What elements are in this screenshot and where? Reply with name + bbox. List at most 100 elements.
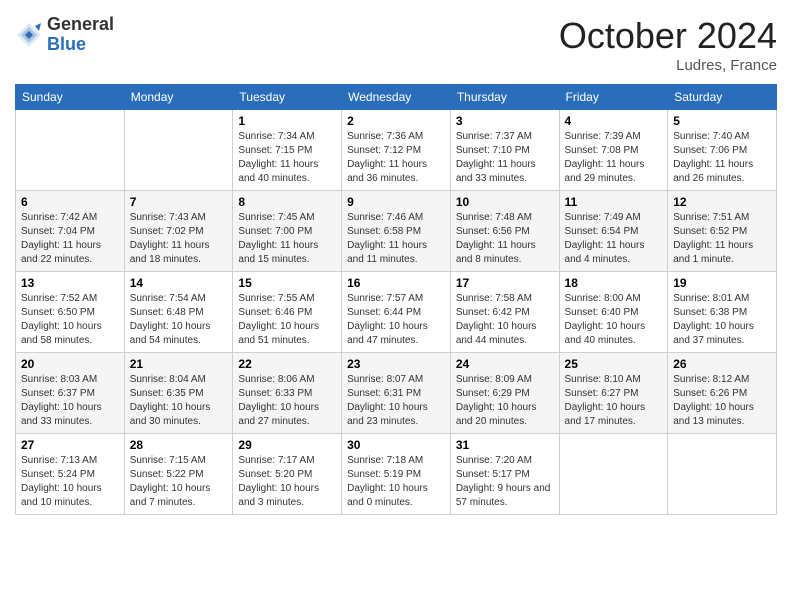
day-number: 14 xyxy=(130,276,228,290)
title-block: October 2024 Ludres, France xyxy=(559,15,777,74)
calendar-cell: 2 Sunrise: 7:36 AM Sunset: 7:12 PM Daylig… xyxy=(342,110,451,191)
day-info: Sunrise: 7:49 AM Sunset: 6:54 PM Dayligh… xyxy=(565,211,663,267)
calendar-table: Sunday Monday Tuesday Wednesday Thursday… xyxy=(15,84,777,515)
day-number: 9 xyxy=(347,195,445,209)
col-sunday: Sunday xyxy=(16,85,125,110)
calendar-cell: 16Sunrise: 7:57 AM Sunset: 6:44 PM Dayli… xyxy=(342,272,451,353)
day-number: 6 xyxy=(21,195,119,209)
calendar-week-row: 20 Sunrise: 8:03 AM Sunset: 6:37 PM Dayli… xyxy=(16,353,777,434)
day-number: 16 xyxy=(347,276,445,290)
col-saturday: Saturday xyxy=(668,85,777,110)
page-container: General Blue October 2024 Ludres, France… xyxy=(0,0,792,525)
day-number: 21 xyxy=(130,357,228,371)
calendar-cell: 26 Sunrise: 8:12 AM Sunset: 6:26 PM Dayli… xyxy=(668,353,777,434)
day-info: Sunrise: 7:45 AM Sunset: 7:00 PM Dayligh… xyxy=(238,211,336,267)
day-info: Sunrise: 8:09 AM Sunset: 6:29 PM Dayligh… xyxy=(456,373,554,429)
col-thursday: Thursday xyxy=(450,85,559,110)
day-number: 7 xyxy=(130,195,228,209)
month-title: October 2024 xyxy=(559,15,777,57)
day-number: 1 xyxy=(238,114,336,128)
day-info: Sunrise: 7:36 AM Sunset: 7:12 PM Dayligh… xyxy=(347,130,445,186)
calendar-cell: 3 Sunrise: 7:37 AM Sunset: 7:10 PM Daylig… xyxy=(450,110,559,191)
day-info: Sunrise: 7:39 AM Sunset: 7:08 PM Dayligh… xyxy=(565,130,663,186)
day-info: Sunrise: 7:37 AM Sunset: 7:10 PM Dayligh… xyxy=(456,130,554,186)
calendar-cell: 5 Sunrise: 7:40 AM Sunset: 7:06 PM Daylig… xyxy=(668,110,777,191)
calendar-cell: 10 Sunrise: 7:48 AM Sunset: 6:56 PM Dayli… xyxy=(450,191,559,272)
calendar-cell: 1 Sunrise: 7:34 AM Sunset: 7:15 PM Daylig… xyxy=(233,110,342,191)
day-number: 28 xyxy=(130,438,228,452)
logo-icon xyxy=(15,21,43,49)
location: Ludres, France xyxy=(559,57,777,74)
calendar-cell: 12 Sunrise: 7:51 AM Sunset: 6:52 PM Dayli… xyxy=(668,191,777,272)
calendar-cell: 8 Sunrise: 7:45 AM Sunset: 7:00 PM Daylig… xyxy=(233,191,342,272)
calendar-cell: 27 Sunrise: 7:13 AM Sunset: 5:24 PM Dayli… xyxy=(16,434,125,515)
day-info: Sunrise: 7:18 AM Sunset: 5:19 PM Dayligh… xyxy=(347,454,445,510)
logo-text: General Blue xyxy=(47,15,114,55)
day-number: 8 xyxy=(238,195,336,209)
day-info: Sunrise: 7:43 AM Sunset: 7:02 PM Dayligh… xyxy=(130,211,228,267)
day-info: Sunrise: 7:13 AM Sunset: 5:24 PM Dayligh… xyxy=(21,454,119,510)
calendar-cell: 17Sunrise: 7:58 AM Sunset: 6:42 PM Dayli… xyxy=(450,272,559,353)
day-number: 26 xyxy=(673,357,771,371)
day-info: Sunrise: 8:12 AM Sunset: 6:26 PM Dayligh… xyxy=(673,373,771,429)
day-info: Sunrise: 8:03 AM Sunset: 6:37 PM Dayligh… xyxy=(21,373,119,429)
day-info: Sunrise: 7:51 AM Sunset: 6:52 PM Dayligh… xyxy=(673,211,771,267)
calendar-cell: 20 Sunrise: 8:03 AM Sunset: 6:37 PM Dayli… xyxy=(16,353,125,434)
calendar-cell: 23Sunrise: 8:07 AM Sunset: 6:31 PM Dayli… xyxy=(342,353,451,434)
day-number: 15 xyxy=(238,276,336,290)
day-info: Sunrise: 7:42 AM Sunset: 7:04 PM Dayligh… xyxy=(21,211,119,267)
day-info: Sunrise: 7:17 AM Sunset: 5:20 PM Dayligh… xyxy=(238,454,336,510)
day-number: 19 xyxy=(673,276,771,290)
day-number: 24 xyxy=(456,357,554,371)
logo-general-text: General xyxy=(47,15,114,35)
day-number: 22 xyxy=(238,357,336,371)
calendar-cell xyxy=(668,434,777,515)
calendar-cell xyxy=(16,110,125,191)
day-number: 13 xyxy=(21,276,119,290)
logo: General Blue xyxy=(15,15,114,55)
calendar-cell: 30 Sunrise: 7:18 AM Sunset: 5:19 PM Dayli… xyxy=(342,434,451,515)
day-number: 30 xyxy=(347,438,445,452)
day-info: Sunrise: 7:58 AM Sunset: 6:42 PM Dayligh… xyxy=(456,292,554,348)
day-number: 25 xyxy=(565,357,663,371)
day-number: 11 xyxy=(565,195,663,209)
day-number: 4 xyxy=(565,114,663,128)
logo-blue-text: Blue xyxy=(47,35,114,55)
day-info: Sunrise: 8:06 AM Sunset: 6:33 PM Dayligh… xyxy=(238,373,336,429)
day-number: 3 xyxy=(456,114,554,128)
calendar-cell: 7 Sunrise: 7:43 AM Sunset: 7:02 PM Daylig… xyxy=(124,191,233,272)
day-number: 5 xyxy=(673,114,771,128)
calendar-cell: 13Sunrise: 7:52 AM Sunset: 6:50 PM Dayli… xyxy=(16,272,125,353)
calendar-cell: 6 Sunrise: 7:42 AM Sunset: 7:04 PM Daylig… xyxy=(16,191,125,272)
day-number: 10 xyxy=(456,195,554,209)
calendar-cell: 22 Sunrise: 8:06 AM Sunset: 6:33 PM Dayli… xyxy=(233,353,342,434)
day-info: Sunrise: 8:04 AM Sunset: 6:35 PM Dayligh… xyxy=(130,373,228,429)
calendar-cell: 31Sunrise: 7:20 AM Sunset: 5:17 PM Dayli… xyxy=(450,434,559,515)
calendar-cell: 11 Sunrise: 7:49 AM Sunset: 6:54 PM Dayli… xyxy=(559,191,668,272)
header: General Blue October 2024 Ludres, France xyxy=(15,15,777,74)
day-info: Sunrise: 8:01 AM Sunset: 6:38 PM Dayligh… xyxy=(673,292,771,348)
calendar-cell: 4 Sunrise: 7:39 AM Sunset: 7:08 PM Daylig… xyxy=(559,110,668,191)
calendar-cell: 14Sunrise: 7:54 AM Sunset: 6:48 PM Dayli… xyxy=(124,272,233,353)
calendar-cell: 18 Sunrise: 8:00 AM Sunset: 6:40 PM Dayli… xyxy=(559,272,668,353)
day-info: Sunrise: 7:48 AM Sunset: 6:56 PM Dayligh… xyxy=(456,211,554,267)
day-number: 2 xyxy=(347,114,445,128)
day-info: Sunrise: 7:55 AM Sunset: 6:46 PM Dayligh… xyxy=(238,292,336,348)
calendar-cell: 21 Sunrise: 8:04 AM Sunset: 6:35 PM Dayli… xyxy=(124,353,233,434)
day-number: 12 xyxy=(673,195,771,209)
calendar-cell xyxy=(124,110,233,191)
day-info: Sunrise: 8:00 AM Sunset: 6:40 PM Dayligh… xyxy=(565,292,663,348)
day-number: 18 xyxy=(565,276,663,290)
day-info: Sunrise: 7:20 AM Sunset: 5:17 PM Dayligh… xyxy=(456,454,554,510)
day-info: Sunrise: 8:07 AM Sunset: 6:31 PM Dayligh… xyxy=(347,373,445,429)
calendar-cell xyxy=(559,434,668,515)
day-info: Sunrise: 7:34 AM Sunset: 7:15 PM Dayligh… xyxy=(238,130,336,186)
day-number: 20 xyxy=(21,357,119,371)
calendar-header-row: Sunday Monday Tuesday Wednesday Thursday… xyxy=(16,85,777,110)
calendar-cell: 25Sunrise: 8:10 AM Sunset: 6:27 PM Dayli… xyxy=(559,353,668,434)
day-number: 27 xyxy=(21,438,119,452)
col-monday: Monday xyxy=(124,85,233,110)
day-info: Sunrise: 7:40 AM Sunset: 7:06 PM Dayligh… xyxy=(673,130,771,186)
calendar-week-row: 6 Sunrise: 7:42 AM Sunset: 7:04 PM Daylig… xyxy=(16,191,777,272)
col-wednesday: Wednesday xyxy=(342,85,451,110)
